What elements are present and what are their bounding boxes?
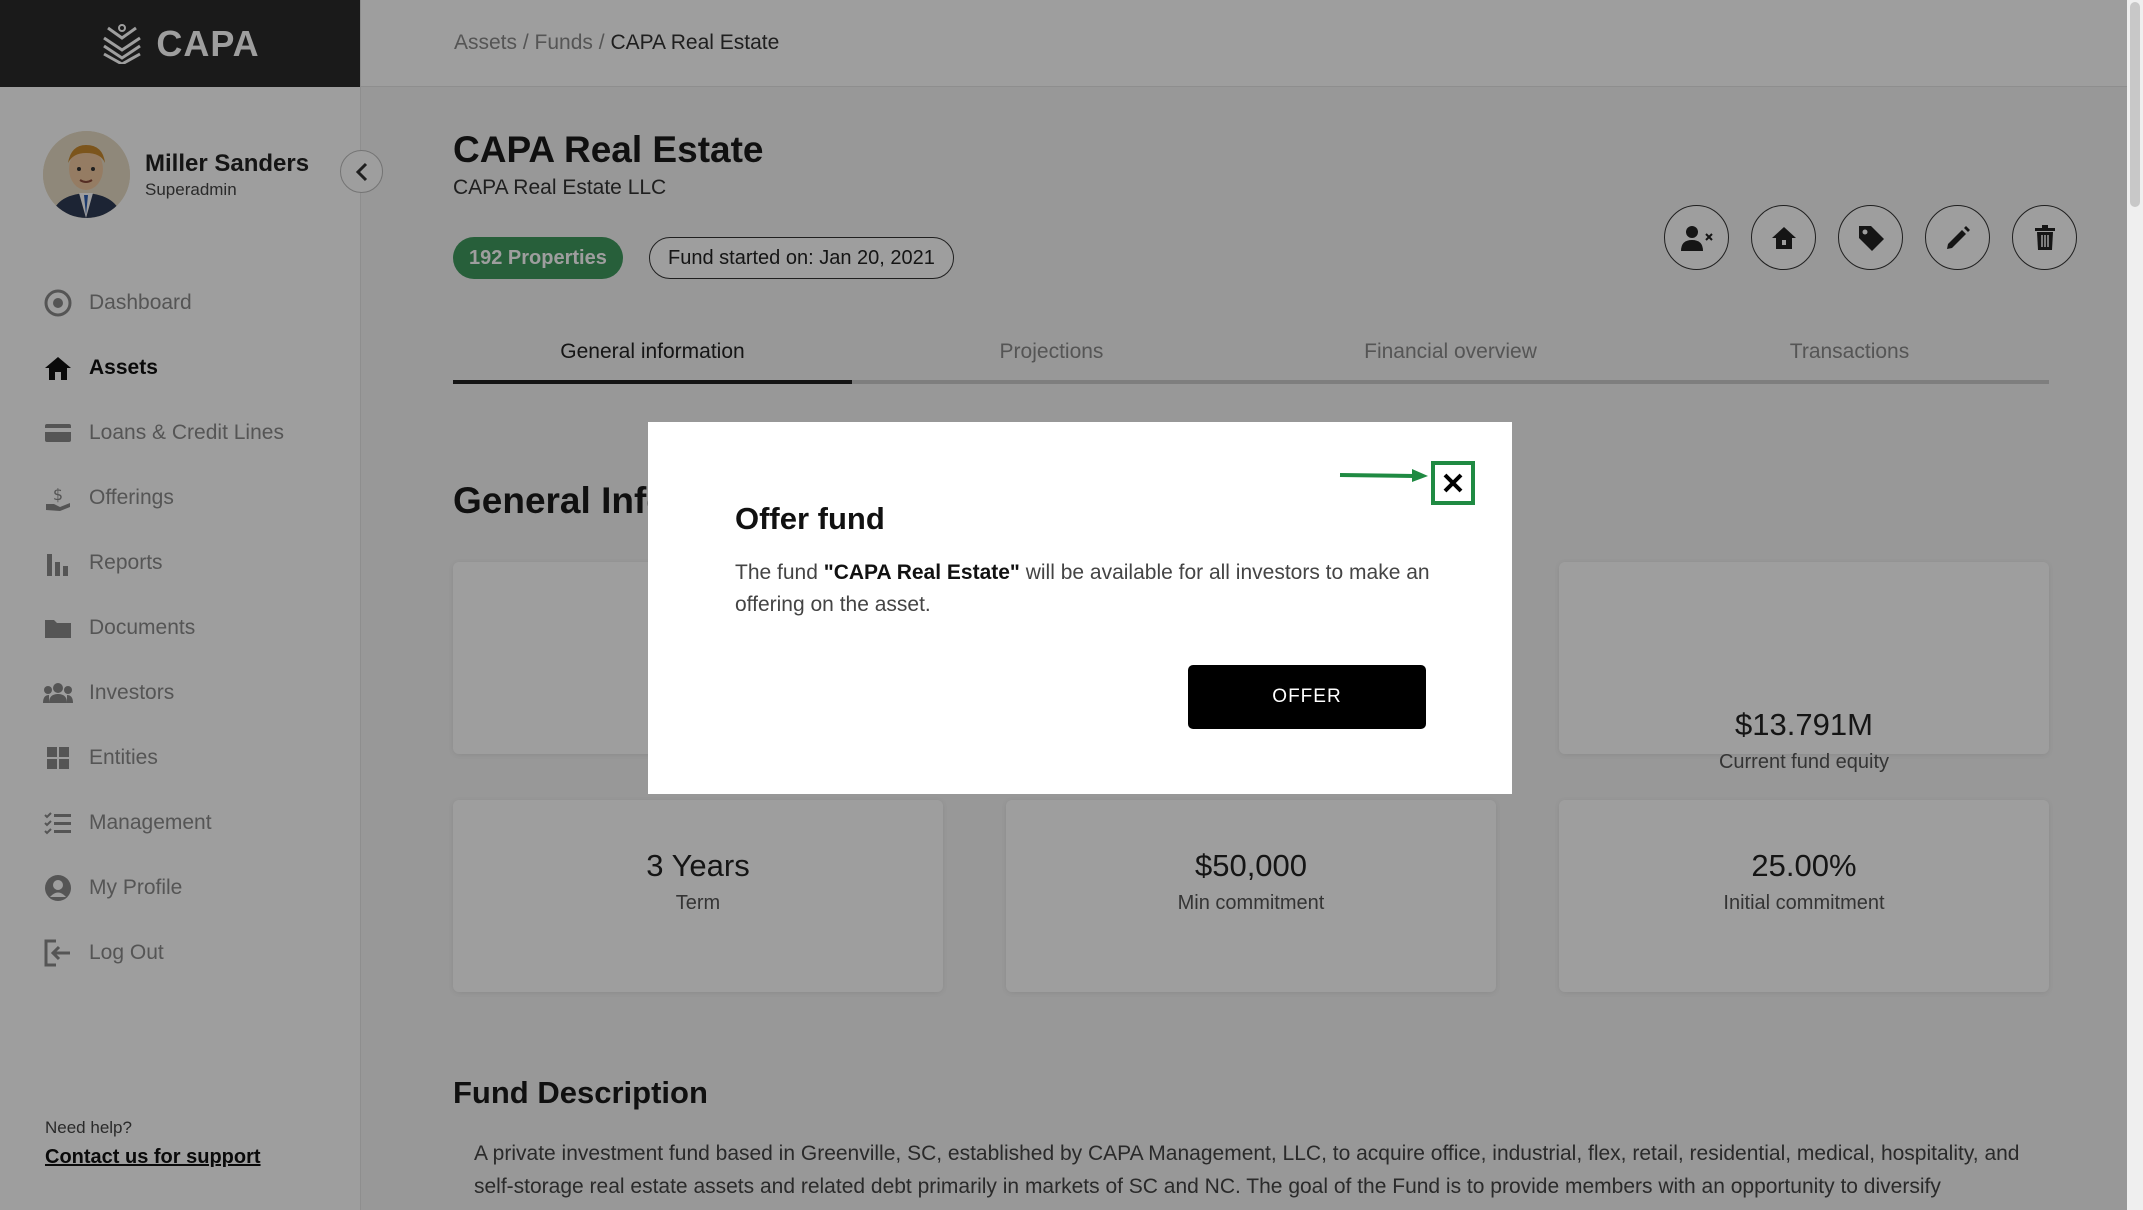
- offer-button[interactable]: OFFER: [1188, 665, 1426, 729]
- modal-fund-name: "CAPA Real Estate": [823, 561, 1020, 584]
- close-button[interactable]: [1431, 461, 1475, 505]
- offer-fund-modal: Offer fund The fund "CAPA Real Estate" w…: [648, 422, 1512, 794]
- arrow-pointer-icon: [1339, 469, 1428, 482]
- scrollbar[interactable]: [2127, 0, 2143, 1210]
- scrollbar-thumb[interactable]: [2130, 2, 2140, 207]
- modal-body-prefix: The fund: [735, 561, 824, 584]
- modal-title: Offer fund: [735, 501, 885, 536]
- modal-body: The fund "CAPA Real Estate" will be avai…: [735, 557, 1435, 621]
- close-icon: [1443, 473, 1463, 493]
